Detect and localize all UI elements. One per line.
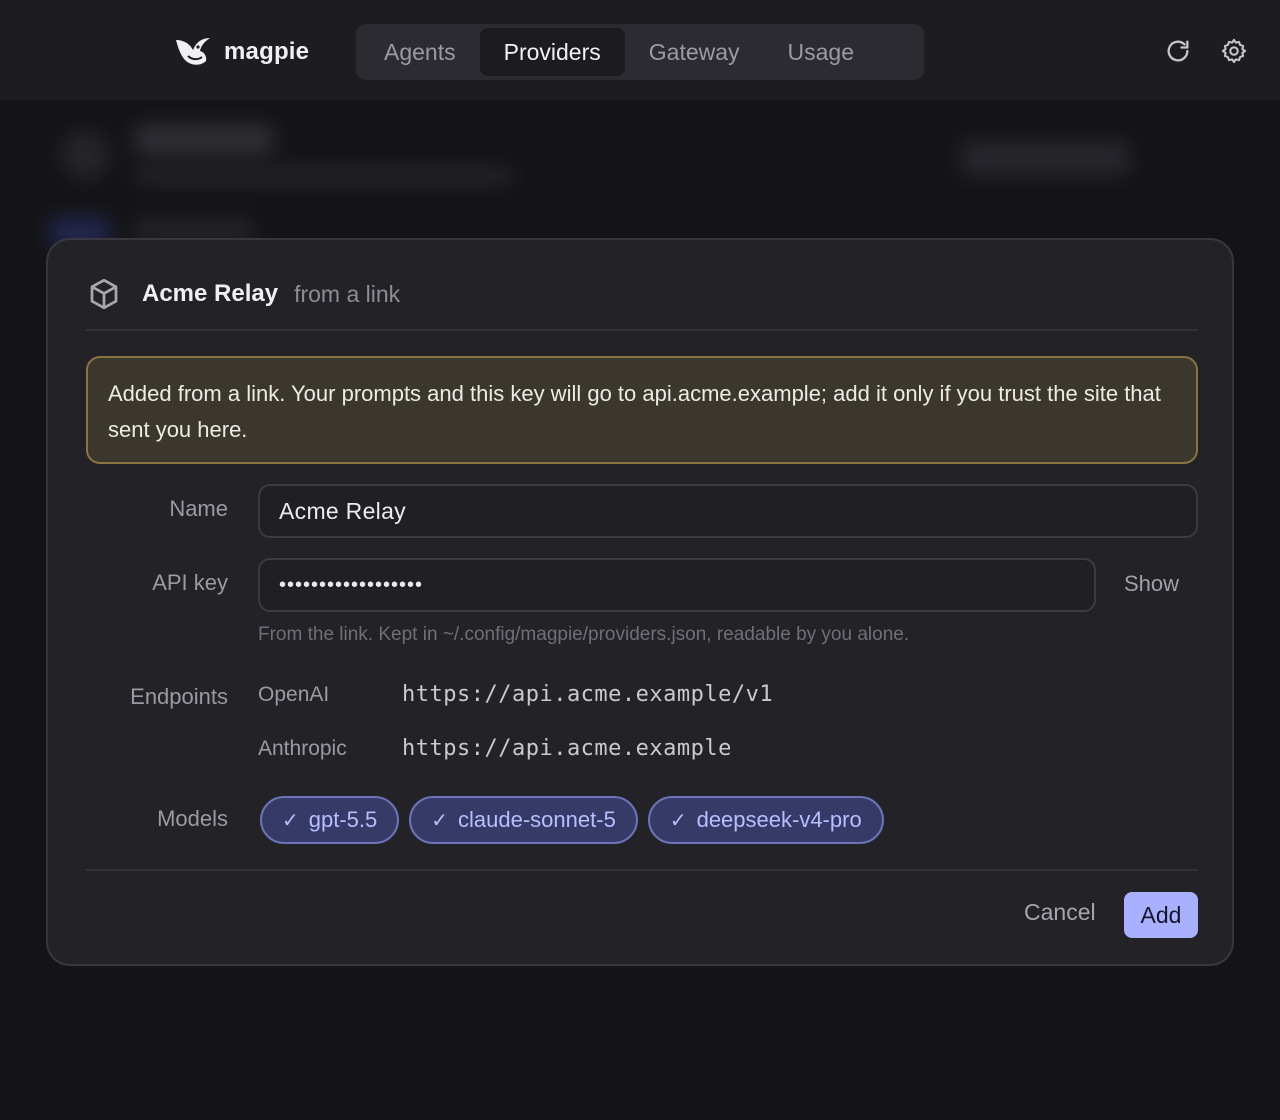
gear-icon <box>1221 38 1247 64</box>
endpoints-label: Endpoints <box>130 684 228 709</box>
model-chip-gpt[interactable]: ✓ gpt-5.5 <box>260 796 400 844</box>
footer-divider <box>86 869 1198 871</box>
model-chip-claude[interactable]: ✓ claude-sonnet-5 <box>409 796 638 844</box>
show-key-button[interactable]: Show <box>1124 571 1179 597</box>
dialog-title: Acme Relay <box>142 280 279 307</box>
name-label: Name <box>169 496 228 521</box>
app-name: magpie <box>224 38 310 65</box>
check-icon: ✓ <box>669 809 687 832</box>
model-chips: ✓ gpt-5.5 ✓ claude-sonnet-5 ✓ deepseek-v… <box>260 796 884 844</box>
header-divider <box>86 329 1198 331</box>
settings-button[interactable] <box>1219 36 1249 66</box>
warning-banner: Added from a link. Your prompts and this… <box>86 356 1198 464</box>
dialog-header: Acme Relay from a link <box>86 274 400 314</box>
model-chip-label: claude-sonnet-5 <box>458 807 616 832</box>
endpoint-url-openai: https://api.acme.example/v1 <box>402 682 774 707</box>
add-button[interactable]: Add <box>1124 892 1198 938</box>
model-chip-label: deepseek-v4-pro <box>696 807 862 832</box>
check-icon: ✓ <box>431 809 449 832</box>
add-provider-dialog: Acme Relay from a link Added from a link… <box>46 238 1234 966</box>
model-chip-label: gpt-5.5 <box>308 807 378 832</box>
tab-providers[interactable]: Providers <box>479 28 625 76</box>
tab-usage[interactable]: Usage <box>764 28 878 76</box>
cube-icon <box>90 278 118 310</box>
top-bar: magpie Agents Providers Gateway Usage <box>0 0 1280 100</box>
name-input[interactable] <box>279 497 1177 525</box>
tab-agents[interactable]: Agents <box>360 28 480 76</box>
name-field[interactable] <box>258 484 1198 538</box>
endpoint-name-anthropic: Anthropic <box>258 737 347 760</box>
api-key-input[interactable]: •••••••••••••••••• <box>279 574 423 597</box>
magpie-logo-icon <box>176 38 210 65</box>
api-key-label: API key <box>152 570 228 595</box>
api-key-field[interactable]: •••••••••••••••••• <box>258 558 1096 612</box>
background-avatar <box>60 130 110 180</box>
background-title <box>134 124 274 154</box>
endpoint-name-openai: OpenAI <box>258 683 330 706</box>
api-key-hint: From the link. Kept in ~/.config/magpie/… <box>258 624 910 645</box>
main-nav: Agents Providers Gateway Usage <box>356 24 924 80</box>
dialog-subtitle: from a link <box>294 280 401 307</box>
endpoint-url-anthropic: https://api.acme.example <box>402 736 732 761</box>
background-button <box>960 140 1130 176</box>
refresh-button[interactable] <box>1163 36 1193 66</box>
tab-gateway[interactable]: Gateway <box>625 28 764 76</box>
check-icon: ✓ <box>282 809 299 832</box>
model-chip-deepseek[interactable]: ✓ deepseek-v4-pro <box>647 796 884 844</box>
cancel-button[interactable]: Cancel <box>1024 899 1096 926</box>
refresh-icon <box>1167 40 1189 62</box>
models-label: Models <box>157 806 228 831</box>
brand[interactable]: magpie <box>174 34 309 70</box>
background-subtitle <box>134 166 514 186</box>
